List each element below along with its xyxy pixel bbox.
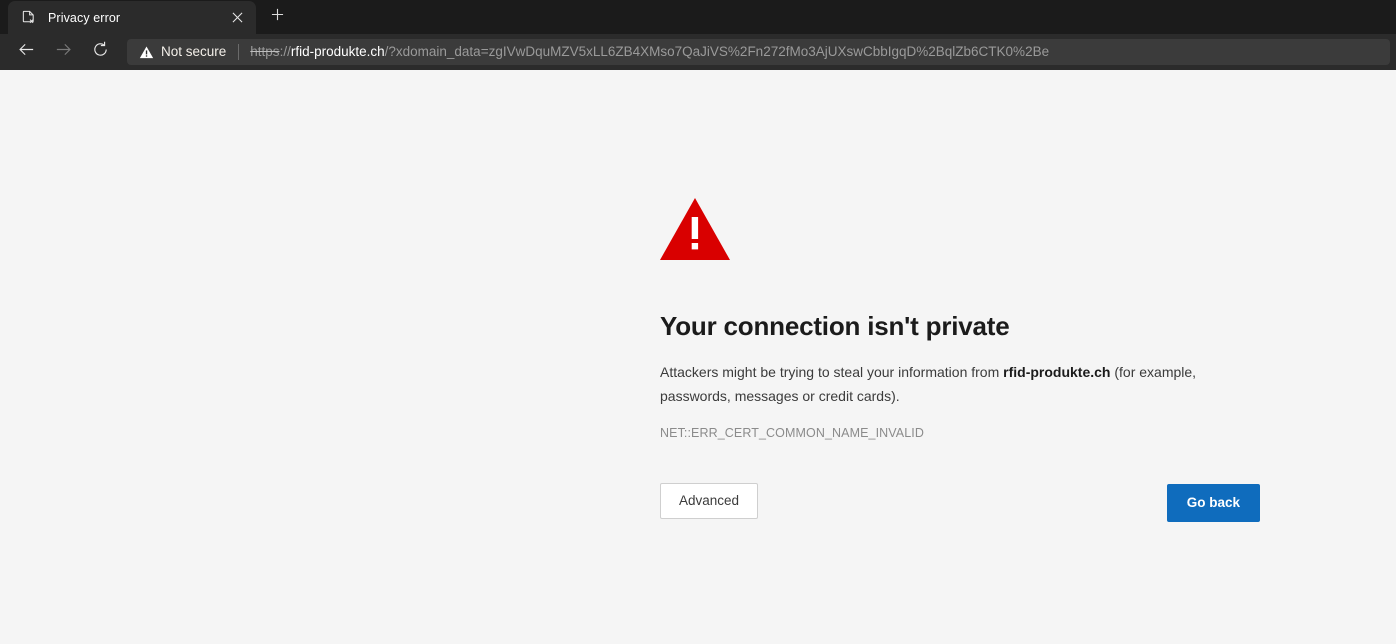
red-warning-triangle-icon [660,198,730,260]
error-description-domain: rfid-produkte.ch [1003,364,1111,380]
page-title: Your connection isn't private [660,311,1010,341]
tab-title: Privacy error [48,10,121,25]
browser-window: Privacy error Not secure https://rfid-pr… [0,0,1396,644]
page-viewport: Your connection isn't private Attackers … [0,70,1396,644]
advanced-button[interactable]: Advanced [660,483,759,519]
tab-strip: Privacy error [0,0,1396,34]
go-back-button[interactable]: Go back [1166,484,1260,522]
address-bar[interactable]: Not secure https://rfid-produkte.ch/?xdo… [127,39,1390,65]
warning-triangle-icon [138,44,154,60]
browser-toolbar: Not secure https://rfid-produkte.ch/?xdo… [0,34,1396,70]
address-divider [238,44,240,60]
error-description-prefix: Attackers might be trying to steal your … [660,364,1004,380]
broken-page-icon [20,9,37,26]
arrow-right-icon [54,40,73,64]
plus-icon [271,8,284,26]
security-label: Not secure [161,44,227,59]
error-description: Attackers might be trying to steal your … [660,360,1212,408]
url-scheme: https [250,44,280,59]
back-button[interactable] [10,37,42,67]
ssl-interstitial: Your connection isn't private Attackers … [660,70,1260,522]
url-text[interactable]: https://rfid-produkte.ch/?xdomain_data=z… [250,43,1380,61]
url-host: rfid-produkte.ch [290,44,385,59]
reload-icon [91,40,110,64]
tab-privacy-error[interactable]: Privacy error [8,1,256,34]
arrow-left-icon [17,40,36,64]
close-icon[interactable] [226,7,248,29]
interstitial-button-row: Advanced Go back [660,483,1260,522]
error-code: NET::ERR_CERT_COMMON_NAME_INVALID [660,426,924,440]
new-tab-button[interactable] [262,3,292,31]
url-scheme-separator: :// [279,44,291,59]
forward-button[interactable] [47,37,79,67]
url-path: /?xdomain_data=zgIVwDquMZV5xLL6ZB4XMso7Q… [384,44,1050,59]
site-security-indicator[interactable]: Not secure [138,44,226,60]
reload-button[interactable] [84,37,116,67]
